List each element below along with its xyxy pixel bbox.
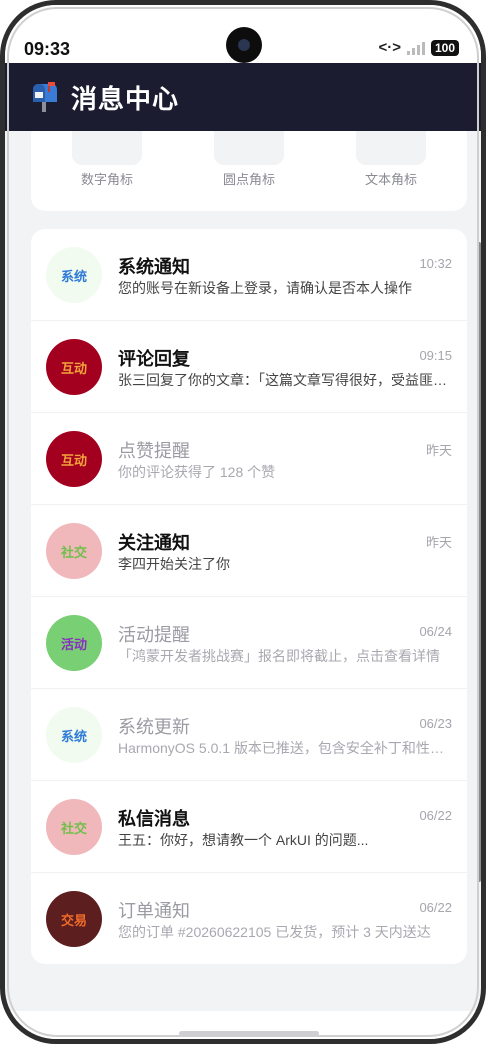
message-row[interactable]: 系统 系统通知您的账号在新设备上登录，请确认是否本人操作 10:32 <box>31 229 467 321</box>
message-row[interactable]: 社交 关注通知李四开始关注了你 昨天 <box>31 505 467 597</box>
message-preview: 你的评论获得了 128 个赞 <box>118 464 276 480</box>
app-bar: 消息中心 <box>5 63 481 131</box>
message-title: 点赞提醒 <box>118 441 190 461</box>
message-time: 06/22 <box>419 808 452 823</box>
message-time: 06/24 <box>419 624 452 639</box>
message-time: 10:32 <box>419 256 452 271</box>
category-avatar: 社交 <box>46 799 102 855</box>
message-preview: HarmonyOS 5.0.1 版本已推送，包含安全补丁和性能优化 <box>118 740 450 756</box>
category-avatar: 互动 <box>46 339 102 395</box>
message-row[interactable]: 交易 订单通知您的订单 #20260622105 已发货，预计 3 天内送达 06/… <box>31 873 467 964</box>
message-time: 昨天 <box>425 535 452 550</box>
home-indicator[interactable] <box>179 1031 319 1036</box>
message-title: 订单通知 <box>118 901 190 921</box>
message-preview: 「鸿蒙开发者挑战赛」报名即将截止，点击查看详情 <box>118 648 440 664</box>
message-title: 关注通知 <box>118 533 190 553</box>
bottom-bar <box>5 1011 481 1039</box>
category-avatar: 活动 <box>46 615 102 671</box>
message-list: 系统 系统通知 您的账号在新设备上登录，请确认是否本人操作 10:32 互动 评论回复 张三… <box>31 229 467 964</box>
battery-icon: 100 <box>430 39 459 56</box>
phone-frame: 09:33 <·> 100 消息中心 数字角标 圆点角标 文本角标 系统 系统通… <box>0 0 486 1044</box>
message-preview: 李四开始关注了你 <box>118 556 230 572</box>
mailbox-icon <box>27 80 61 114</box>
category-avatar: 社交 <box>46 523 102 579</box>
status-icons: <·> 100 <box>378 39 459 56</box>
status-time: 09:33 <box>24 39 71 59</box>
status-bar: 09:33 <·> 100 <box>5 5 481 63</box>
message-preview: 您的订单 #20260622105 已发货，预计 3 天内送达 <box>118 924 431 940</box>
category-avatar: 交易 <box>46 891 102 947</box>
message-row[interactable]: 系统 系统更新 HarmonyOS 5.0.1 版本已推送，包含安全补丁和性能优化 0… <box>31 689 467 781</box>
message-title: 系统通知 <box>118 257 190 277</box>
category-avatar: 互动 <box>46 431 102 487</box>
message-row[interactable]: 活动 活动提醒「鸿蒙开发者挑战赛」报名即将截止，点击查看详情 06/24 <box>31 597 467 689</box>
message-row[interactable]: 互动 评论回复张三回复了你的文章：「这篇文章写得很好，受益匪浅」 09:15 <box>31 321 467 413</box>
front-camera <box>226 27 262 63</box>
scroll-content[interactable]: 数字角标 圆点角标 文本角标 系统 系统通知 您的账号在新设备上登录，请确认是否本人… <box>5 131 481 1011</box>
message-preview: 张三回复了你的文章：「这篇文章写得很好，受益匪浅」 <box>118 372 450 388</box>
category-avatar: 系统 <box>46 247 102 303</box>
message-preview: 王五：你好，想请教一个 ArkUI 的问题... <box>118 832 369 848</box>
signal-icon <box>406 41 425 55</box>
category-avatar: 系统 <box>46 707 102 763</box>
message-time: 06/23 <box>419 716 452 731</box>
message-row[interactable]: 社交 私信消息王五：你好，想请教一个 ArkUI 的问题... 06/22 <box>31 781 467 873</box>
message-preview: 您的账号在新设备上登录，请确认是否本人操作 <box>118 280 412 296</box>
text-badge-demo[interactable] <box>356 131 426 165</box>
number-badge-demo[interactable] <box>72 131 142 165</box>
message-row[interactable]: 互动 点赞提醒你的评论获得了 128 个赞 昨天 <box>31 413 467 505</box>
message-time: 06/22 <box>419 900 452 915</box>
message-title: 系统更新 <box>118 717 190 737</box>
scrollbar-thumb[interactable] <box>477 242 481 882</box>
number-badge-label: 数字角标 <box>80 172 133 187</box>
network-exchange-icon: <·> <box>378 39 401 56</box>
message-time: 昨天 <box>425 443 452 458</box>
dot-badge-demo[interactable] <box>214 131 284 165</box>
dot-badge-label: 圆点角标 <box>222 172 275 187</box>
text-badge-label: 文本角标 <box>364 172 417 187</box>
message-time: 09:15 <box>419 348 452 363</box>
message-title: 评论回复 <box>118 349 190 369</box>
badge-style-card: 数字角标 圆点角标 文本角标 <box>31 131 467 211</box>
message-title: 活动提醒 <box>118 625 190 645</box>
message-title: 私信消息 <box>118 809 190 829</box>
page-title: 消息中心 <box>71 83 180 114</box>
